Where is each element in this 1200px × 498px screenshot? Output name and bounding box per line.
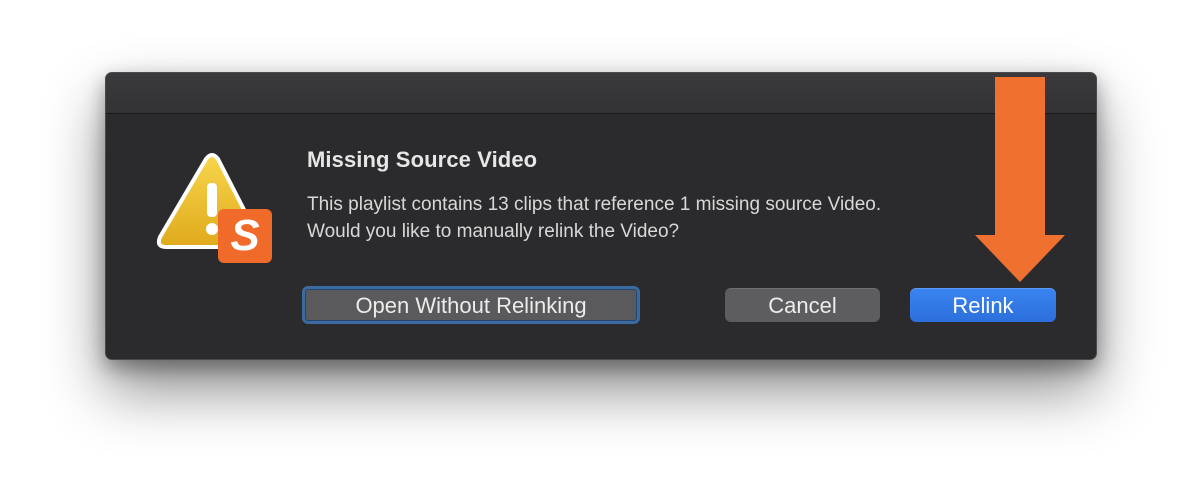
page: S Missing Source Video This playlist con… <box>0 0 1200 498</box>
missing-source-dialog: S Missing Source Video This playlist con… <box>105 72 1097 360</box>
dialog-titlebar[interactable] <box>106 73 1096 114</box>
dialog-message-line-1: This playlist contains 13 clips that ref… <box>307 194 882 215</box>
app-badge-icon: S <box>218 209 272 263</box>
down-arrow-icon <box>975 77 1065 282</box>
warning-icon: S <box>156 153 272 263</box>
dialog-title: Missing Source Video <box>307 147 538 172</box>
open-without-relinking-button[interactable]: Open Without Relinking <box>302 286 640 324</box>
cancel-button[interactable]: Cancel <box>725 288 880 322</box>
dialog-message-line-2: Would you like to manually relink the Vi… <box>307 221 680 242</box>
dialog-message: This playlist contains 13 clips that ref… <box>307 191 1007 245</box>
relink-button[interactable]: Relink <box>910 288 1056 322</box>
app-badge-letter: S <box>230 211 259 260</box>
